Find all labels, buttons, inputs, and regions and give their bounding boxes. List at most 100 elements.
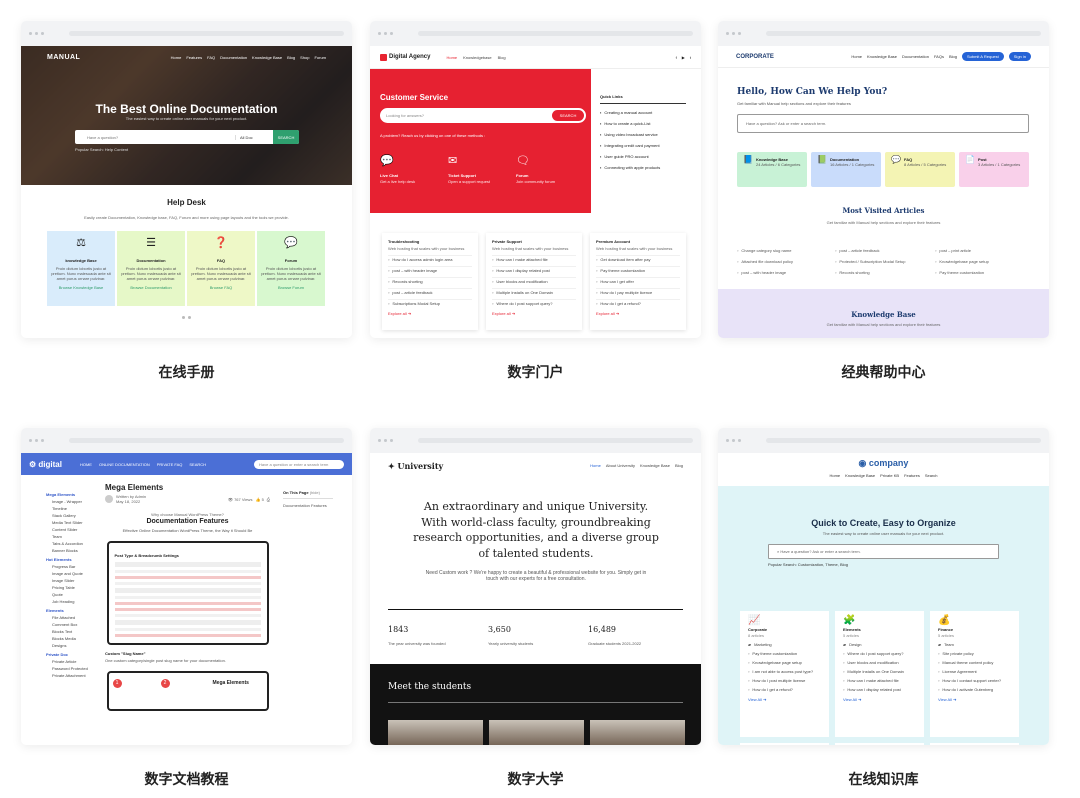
nav-item[interactable]: Private KB <box>880 473 899 478</box>
article-link[interactable]: ▫ How do I post multiple license <box>748 678 821 683</box>
sidebar-heading[interactable]: Elements <box>46 608 98 613</box>
sign-in-button[interactable]: Sign in <box>1008 52 1031 61</box>
article-link[interactable]: ▫ Knowledgebase page setup <box>935 259 1035 264</box>
nav-item[interactable]: FAQs <box>934 54 944 59</box>
tools-icon[interactable]: ✂ <box>835 743 924 745</box>
sidebar-heading[interactable]: Hot Elements <box>46 557 98 562</box>
topic-link[interactable]: ▫ Get download item after pay <box>596 255 680 262</box>
nav-item[interactable]: Knowledge Base <box>845 473 875 478</box>
student-photo[interactable] <box>489 720 584 745</box>
sidebar-item[interactable]: Job Heading <box>46 599 98 604</box>
quick-link[interactable]: ▪ How to create a quick-List <box>600 121 686 126</box>
topic-link[interactable]: ▫ User blocks and modification <box>492 277 576 284</box>
quick-link[interactable]: ▪ Using video broadcast service <box>600 132 686 137</box>
carousel-pager[interactable] <box>182 316 191 319</box>
box-link[interactable]: Browse FAQ <box>187 285 255 290</box>
preview-card-university[interactable]: ✦ University Home About University Knowl… <box>370 428 701 745</box>
sidebar-item[interactable]: Quote <box>46 592 98 597</box>
nav-item[interactable]: ONLINE DOCUMENTATION <box>99 462 150 467</box>
nav-item[interactable]: HOME <box>80 462 92 467</box>
nav-item[interactable]: SEARCH <box>189 462 206 467</box>
nav-item[interactable]: About University <box>606 463 635 468</box>
article-link[interactable]: ▫ post – print article <box>935 248 1035 253</box>
preview-card-digital[interactable]: ⚙ digital HOME ONLINE DOCUMENTATION PRIV… <box>21 428 352 745</box>
topic-link[interactable]: ▫ How do I pay multiple licence <box>596 288 680 295</box>
sidebar-item[interactable]: Image and Quote <box>46 571 98 576</box>
article-link[interactable]: ▫ Pay theme customization <box>748 651 821 656</box>
article-link[interactable]: ▫ License Agreement <box>938 669 1011 674</box>
topic-link[interactable]: ▫ How can I get offer <box>596 277 680 284</box>
view-all-link[interactable]: View All ➔ <box>843 697 916 702</box>
sidebar-item[interactable]: Content Slider <box>46 527 98 532</box>
search-input[interactable]: Looking for answers? <box>386 113 552 118</box>
preview-card-manual[interactable]: MANUAL Home Features FAQ Documentation K… <box>21 21 352 338</box>
box-link[interactable]: Browse Knowledge Base <box>47 285 115 290</box>
sidebar-item[interactable]: Media Text Slider <box>46 520 98 525</box>
nav-item[interactable]: Documentation <box>902 54 929 59</box>
article-link[interactable]: ▫ How do I get a refund? <box>748 687 821 692</box>
sidebar-heading[interactable]: Mega Elements <box>46 492 98 497</box>
contact-method[interactable]: 💬 Live Chat Get a live help desk <box>380 154 448 184</box>
student-photo[interactable] <box>590 720 685 745</box>
doc-select[interactable]: All Doc <box>235 134 273 140</box>
category-tile[interactable]: 📄 Post 3 Articles / 1 Categories <box>959 152 1029 187</box>
nav-item[interactable]: Home <box>851 54 862 59</box>
pager-dot[interactable] <box>182 316 185 319</box>
contact-method[interactable]: ✉ Ticket Support Open a support request <box>448 154 516 184</box>
explore-link[interactable]: Explore all ➔ <box>596 311 680 316</box>
category-box[interactable]: 💬 Forum Proin dictum lobortis justo at p… <box>257 231 325 306</box>
pencil-icon[interactable]: ✏ <box>930 743 1019 745</box>
topic-link[interactable]: ▫ Subscriptions Modal Setup <box>388 299 472 306</box>
view-all-link[interactable]: View All ➔ <box>748 697 821 702</box>
contact-method[interactable]: 🗨 Forum Join community forum <box>516 154 584 184</box>
sidebar-item[interactable]: Image Slider <box>46 578 98 583</box>
explore-link[interactable]: Explore all ➔ <box>492 311 576 316</box>
search-input[interactable]: Have a question? Ask or enter a search t… <box>737 114 1029 133</box>
article-link[interactable]: ▫ I am not able to access post type? <box>748 669 821 674</box>
subcategory[interactable]: ▰ Team <box>938 642 1011 647</box>
topic-link[interactable]: ▫ How do I get a refund? <box>596 299 680 306</box>
article-link[interactable]: ▫ Where do I post support query? <box>843 651 916 656</box>
article-link[interactable]: ▫ Attached file download policy <box>737 259 835 264</box>
search-input[interactable]: Have a question? <box>75 135 235 140</box>
article-link[interactable]: ▫ How do I activate Gutenberg <box>938 687 1011 692</box>
subcategory[interactable]: ▰ Design <box>843 642 916 647</box>
print-icon[interactable]: ⎙ <box>267 497 270 502</box>
nav-item[interactable]: Home <box>829 473 840 478</box>
facebook-icon[interactable]: f <box>676 55 677 60</box>
category-tile[interactable]: 📗 Documentation 16 Articles / 1 Categories <box>811 152 881 187</box>
quick-link[interactable]: ▪ Creating a manual account <box>600 110 686 115</box>
nav-item[interactable]: Home <box>590 463 601 468</box>
article-link[interactable]: ▫ Records shorting <box>835 270 935 275</box>
nav-item[interactable]: Shop <box>300 55 309 60</box>
quick-link[interactable]: ▪ User guide PRO account <box>600 154 686 159</box>
nav-item[interactable]: Blog <box>498 55 506 60</box>
article-link[interactable]: ▫ Knowledgebase page setup <box>748 660 821 665</box>
article-link[interactable]: ▫ User blocks and modification <box>843 660 916 665</box>
article-link[interactable]: ▫ Pay theme customization <box>935 270 1035 275</box>
sidebar-item[interactable]: Pricing Table <box>46 585 98 590</box>
nav-item[interactable]: Home <box>446 55 457 60</box>
sidebar-item[interactable]: Team <box>46 534 98 539</box>
article-link[interactable]: ▫ post – with header image <box>737 270 835 275</box>
pager-dot[interactable] <box>188 316 191 319</box>
search-input[interactable]: ⌕ Have a question? Ask or enter a search… <box>768 544 999 559</box>
toc-item[interactable]: Documentation Features <box>283 503 333 508</box>
sidebar-item[interactable]: Tabs & Accordion <box>46 541 98 546</box>
submit-request-button[interactable]: Submit A Request <box>961 52 1004 61</box>
nav-item[interactable]: Forum <box>314 55 326 60</box>
article-link[interactable]: ▫ post – article feedback <box>835 248 935 253</box>
nav-item[interactable]: Search <box>925 473 938 478</box>
nav-item[interactable]: Home <box>171 55 182 60</box>
search-button[interactable]: SEARCH <box>552 110 584 121</box>
article-link[interactable]: ▫ How do I contact support center? <box>938 678 1011 683</box>
topic-link[interactable]: ▫ How can I display related post <box>492 266 576 273</box>
view-all-link[interactable]: View All ➔ <box>938 697 1011 702</box>
nav-item[interactable]: Documentation <box>220 55 247 60</box>
preview-card-agency[interactable]: Digital Agency Home Knowledgebase Blog f… <box>370 21 701 338</box>
nav-item[interactable]: Features <box>904 473 920 478</box>
category-box[interactable]: ☰ Documentation Proin dictum lobortis ju… <box>117 231 185 306</box>
topic-link[interactable]: ▫ Multiple Installs on One Domain <box>492 288 576 295</box>
sidebar-item[interactable]: Designs <box>46 643 98 648</box>
nav-item[interactable]: PRIVATE FAQ <box>157 462 183 467</box>
